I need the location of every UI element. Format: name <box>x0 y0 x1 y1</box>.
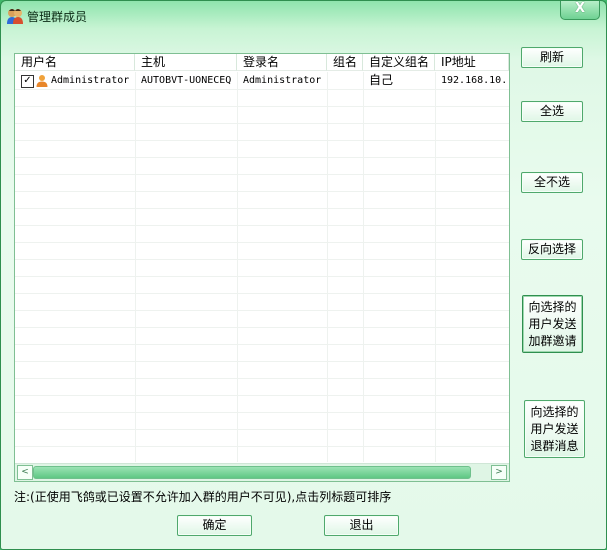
footer-note: 注:(正使用飞鸽或已设置不允许加入群的用户不可见),点击列标题可排序 <box>14 490 392 504</box>
column-header-custom-group[interactable]: 自定义组名 <box>363 54 435 71</box>
list-rows: ✓ Administrator AUTOBVT-UONECEQ Administ… <box>15 72 509 462</box>
quit-line-2: 用户发送 <box>530 422 579 436</box>
cell-custom-group: 自己 <box>369 73 394 87</box>
scroll-left-arrow-icon[interactable]: < <box>17 465 33 480</box>
cell-username: Administrator <box>51 75 130 86</box>
scroll-right-arrow-icon[interactable]: > <box>491 465 507 480</box>
list-header: 用户名 主机 登录名 组名 自定义组名 IP地址 <box>15 54 509 72</box>
dialog-window: 管理群成员 X 用户名 主机 登录名 组名 自定义组名 IP地址 ✓ Admin… <box>0 0 607 550</box>
column-divider <box>435 72 436 462</box>
member-list[interactable]: 用户名 主机 登录名 组名 自定义组名 IP地址 ✓ Administrator… <box>14 53 510 482</box>
select-all-button[interactable]: 全选 <box>521 101 583 122</box>
horizontal-scrollbar[interactable]: < > <box>15 463 509 481</box>
column-header-login[interactable]: 登录名 <box>237 54 327 71</box>
column-divider <box>135 72 136 462</box>
invite-line-3: 加群邀请 <box>528 334 577 348</box>
send-invite-button[interactable]: 向选择的 用户发送 加群邀请 <box>522 295 583 353</box>
table-row[interactable]: ✓ Administrator AUTOBVT-UONECEQ Administ… <box>15 72 509 89</box>
close-button[interactable]: X <box>560 1 600 20</box>
column-divider <box>363 72 364 462</box>
send-quit-message-button[interactable]: 向选择的 用户发送 退群消息 <box>524 400 585 458</box>
column-header-group[interactable]: 组名 <box>327 54 363 71</box>
quit-line-3: 退群消息 <box>530 439 579 453</box>
cell-group <box>327 72 363 89</box>
scrollbar-thumb[interactable] <box>33 466 471 479</box>
cell-ip: 192.168.10. <box>441 75 508 86</box>
column-header-username[interactable]: 用户名 <box>15 54 135 71</box>
exit-button[interactable]: 退出 <box>324 515 399 536</box>
cell-host: AUTOBVT-UONECEQ <box>141 75 232 86</box>
window-title: 管理群成员 <box>27 10 88 24</box>
column-divider <box>237 72 238 462</box>
column-divider <box>327 72 328 462</box>
group-users-icon <box>7 9 23 24</box>
invert-selection-button[interactable]: 反向选择 <box>521 239 583 260</box>
title-bar[interactable]: 管理群成员 X <box>1 1 606 29</box>
quit-line-1: 向选择的 <box>530 405 579 419</box>
column-header-host[interactable]: 主机 <box>135 54 237 71</box>
ok-button[interactable]: 确定 <box>177 515 252 536</box>
cell-login: Administrator <box>243 75 322 86</box>
column-header-ip[interactable]: IP地址 <box>435 54 509 71</box>
invite-line-1: 向选择的 <box>528 300 577 314</box>
invite-line-2: 用户发送 <box>528 317 577 331</box>
row-checkbox[interactable]: ✓ <box>21 75 34 88</box>
select-none-button[interactable]: 全不选 <box>521 172 583 193</box>
refresh-button[interactable]: 刷新 <box>521 47 583 68</box>
